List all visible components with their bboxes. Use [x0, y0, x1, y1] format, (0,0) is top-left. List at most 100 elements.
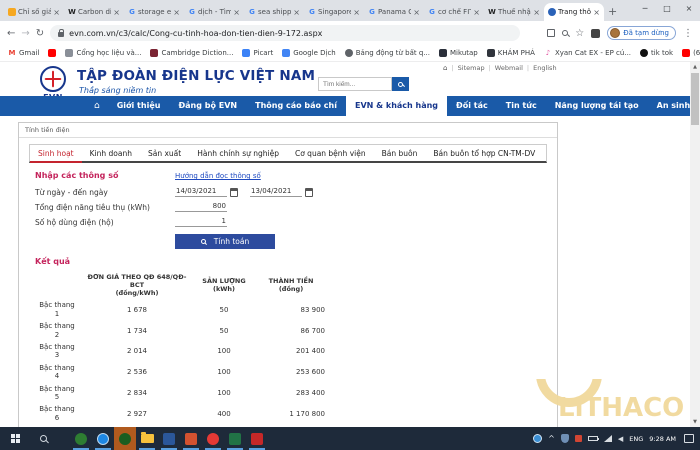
taskbar-search-button[interactable]	[30, 435, 56, 442]
taskbar-app-2[interactable]	[92, 427, 114, 450]
tab-co-quan[interactable]: Cơ quan bệnh viện	[287, 145, 374, 161]
tray-app-icon[interactable]	[533, 434, 543, 443]
bookmark-item[interactable]: Google Dịch	[282, 49, 336, 57]
bookmark-gmail[interactable]: M Gmail	[8, 49, 40, 57]
browser-tab[interactable]: W Carbon dio ×	[64, 3, 124, 21]
taskbar-app-8[interactable]	[224, 427, 246, 450]
nav-doi-tac[interactable]: Đối tác	[447, 96, 497, 116]
tab-ban-buon[interactable]: Bán buôn	[374, 145, 426, 161]
security-shield-icon[interactable]	[560, 434, 569, 443]
taskbar-app-1[interactable]	[70, 427, 92, 450]
guide-link[interactable]: Hướng dẫn đọc thông số	[175, 172, 261, 180]
nav-nang-luong[interactable]: Năng lượng tái tạo	[546, 96, 648, 116]
page-action-icon[interactable]	[547, 29, 556, 37]
nav-tin-tuc[interactable]: Tin tức	[497, 96, 546, 116]
bookmark-item[interactable]: ♪ Xyan Cat EX - EP cú...	[544, 49, 631, 57]
close-icon[interactable]: ×	[413, 8, 420, 17]
browser-tab[interactable]: Chỉ số giá c ×	[4, 3, 64, 21]
browser-tab[interactable]: G storage ene ×	[124, 3, 184, 21]
taskbar-app-6[interactable]	[180, 427, 202, 450]
bookmark-item[interactable]: Cambridge Diction...	[150, 49, 233, 57]
home-icon[interactable]: ⌂	[443, 64, 447, 72]
link-webmail[interactable]: Webmail	[495, 64, 523, 72]
close-icon[interactable]: ×	[353, 8, 360, 17]
close-icon[interactable]: ×	[593, 8, 600, 17]
taskbar-app-active[interactable]	[114, 427, 136, 450]
link-english[interactable]: English	[533, 64, 556, 72]
scroll-down-icon[interactable]: ▼	[690, 417, 700, 427]
bookmark-item[interactable]: Mikutap	[439, 49, 478, 57]
bookmark-item[interactable]: tik tok	[640, 49, 673, 57]
battery-icon[interactable]	[587, 436, 599, 441]
profile-chip[interactable]: Đã tạm dừng	[607, 26, 676, 40]
close-icon[interactable]: ×	[173, 8, 180, 17]
close-icon[interactable]: ×	[533, 8, 540, 17]
bookmark-youtube[interactable]	[48, 49, 57, 57]
taskbar-app-9[interactable]	[246, 427, 268, 450]
back-icon[interactable]: ←	[7, 28, 15, 39]
language-indicator[interactable]: ENG	[629, 435, 643, 443]
forward-icon[interactable]: →	[21, 28, 29, 39]
tab-sinh-hoat[interactable]: Sinh hoạt	[30, 145, 82, 163]
link-sitemap[interactable]: Sitemap	[458, 64, 485, 72]
calendar-icon[interactable]	[230, 187, 238, 197]
taskbar-app-7[interactable]	[202, 427, 224, 450]
browser-tab[interactable]: G Panama Ca ×	[364, 3, 424, 21]
date-to-input[interactable]	[250, 187, 302, 197]
tray-expand-icon[interactable]: ^	[548, 434, 555, 443]
network-signal-icon[interactable]	[603, 435, 612, 442]
close-icon[interactable]: ×	[233, 8, 240, 17]
nav-home-icon[interactable]: ⌂	[86, 96, 108, 116]
nav-dang-bo[interactable]: Đảng bộ EVN	[169, 96, 246, 116]
tab-san-xuat[interactable]: Sản xuất	[140, 145, 189, 161]
scrollbar-thumb[interactable]	[691, 73, 699, 125]
bookmark-item[interactable]: Picart	[242, 49, 273, 57]
browser-tab[interactable]: G cơ chế FIT c ×	[424, 3, 484, 21]
window-close-button[interactable]: ×	[678, 0, 700, 20]
calculate-button[interactable]: Tính toán	[175, 234, 275, 249]
maximize-button[interactable]: □	[656, 0, 678, 20]
bookmark-star-icon[interactable]: ☆	[575, 28, 584, 39]
start-button[interactable]	[0, 434, 30, 443]
volume-icon[interactable]: ◀	[618, 435, 623, 443]
taskbar-file-explorer[interactable]	[136, 427, 158, 450]
tab-kinh-doanh[interactable]: Kinh doanh	[82, 145, 140, 161]
search-input[interactable]	[318, 77, 392, 91]
minimize-button[interactable]: ─	[634, 0, 656, 20]
action-center-icon[interactable]	[684, 434, 694, 443]
nav-an-sinh[interactable]: An sinh xã hội	[648, 96, 690, 116]
nav-gioi-thieu[interactable]: Giới thiệu	[108, 96, 170, 116]
browser-tab[interactable]: G Singapore t ×	[304, 3, 364, 21]
bookmark-item[interactable]: Bảng động từ bất q...	[344, 49, 430, 57]
zoom-icon[interactable]	[562, 30, 569, 36]
date-from-input[interactable]	[175, 187, 227, 197]
browser-tab[interactable]: G dịch - Tìm t ×	[184, 3, 244, 21]
reload-icon[interactable]: ↻	[36, 28, 44, 39]
scrollbar[interactable]: ▲ ▼	[690, 62, 700, 427]
clock[interactable]: 9:28 AM	[649, 435, 676, 443]
tab-ban-buon-to-hop[interactable]: Bán buôn tổ hợp CN-TM-DV	[425, 145, 543, 161]
nav-evn-khach-hang[interactable]: EVN & khách hàng	[345, 96, 448, 116]
close-icon[interactable]: ×	[473, 8, 480, 17]
close-icon[interactable]: ×	[113, 8, 120, 17]
nav-thong-cao[interactable]: Thông cáo báo chí	[246, 96, 346, 116]
calendar-icon[interactable]	[305, 187, 313, 197]
tab-hanh-chinh[interactable]: Hành chính sự nghiệp	[189, 145, 287, 161]
households-input[interactable]	[175, 217, 227, 227]
scroll-up-icon[interactable]: ▲	[690, 62, 700, 72]
close-icon[interactable]: ×	[293, 8, 300, 17]
bookmark-item[interactable]: Cổng học liệu và...	[65, 49, 141, 57]
extensions-icon[interactable]	[591, 28, 601, 38]
url-input[interactable]: evn.com.vn/c3/calc/Cong-cu-tinh-hoa-don-…	[50, 25, 521, 41]
taskbar-app-5[interactable]	[158, 427, 180, 450]
browser-tab[interactable]: W Thuế nhập ×	[484, 3, 544, 21]
consumption-input[interactable]	[175, 202, 227, 212]
search-button[interactable]	[392, 77, 409, 91]
menu-icon[interactable]: ⋮	[683, 28, 693, 39]
browser-tab-active[interactable]: Trang thông ×	[544, 3, 604, 21]
new-tab-button[interactable]: +	[608, 5, 617, 18]
bookmark-item[interactable]: (6) [Vietsub + Lyrics...	[682, 49, 700, 57]
close-icon[interactable]: ×	[53, 8, 60, 17]
browser-tab[interactable]: G sea shipping ×	[244, 3, 304, 21]
tray-alert-icon[interactable]	[574, 435, 582, 442]
